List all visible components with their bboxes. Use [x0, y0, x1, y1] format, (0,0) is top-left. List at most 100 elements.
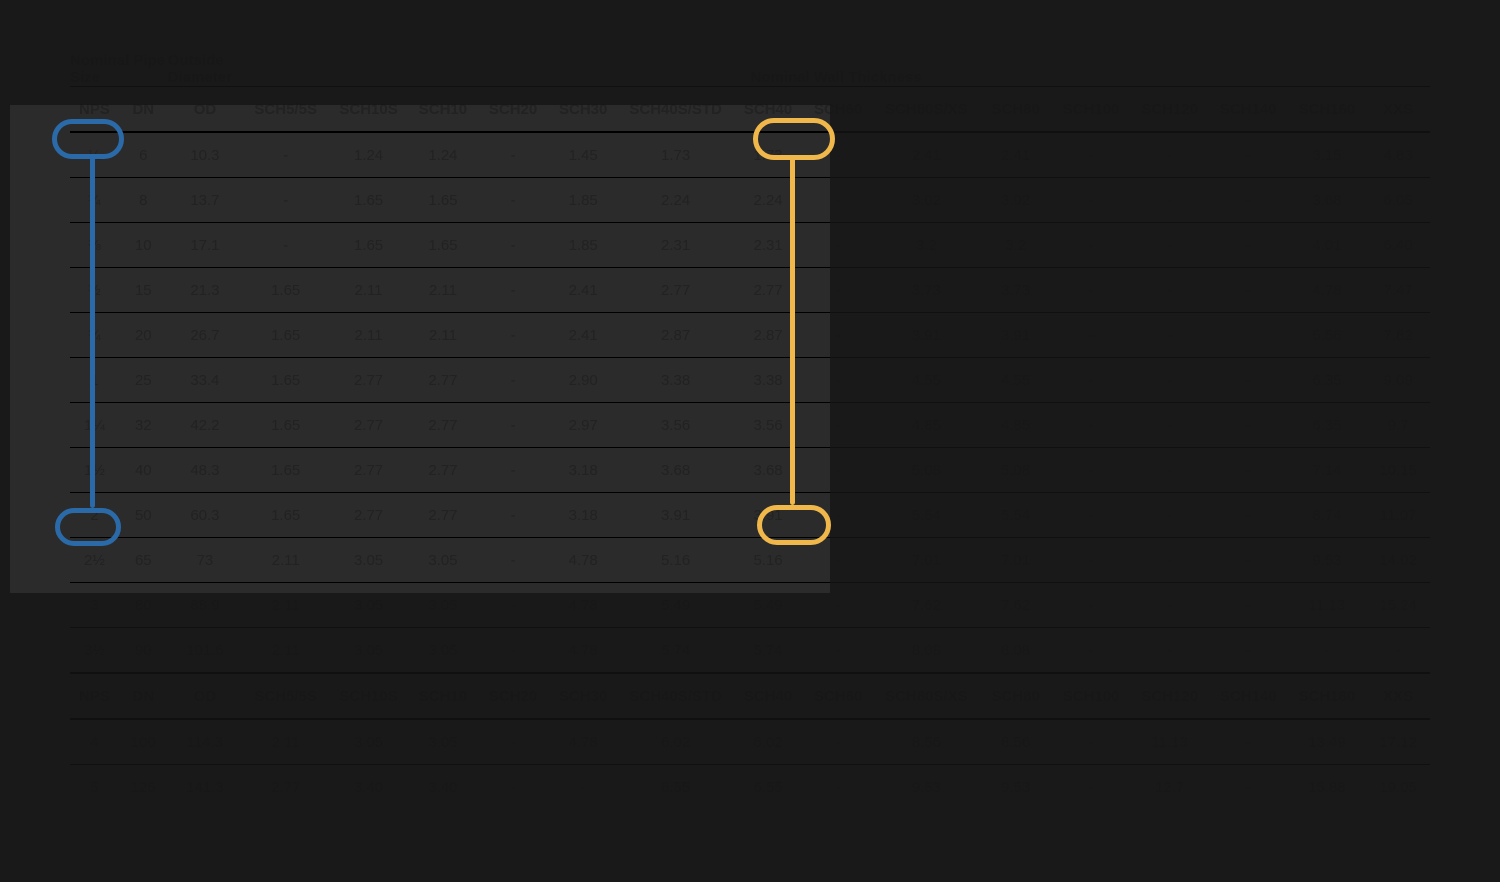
table-cell: 3.56 — [733, 403, 803, 448]
table-cell: 10.3 — [168, 132, 242, 178]
group-header-row: Nominal Pipe Size Outside Diameter Nomin… — [70, 40, 1430, 87]
table-cell: 9.09 — [1366, 358, 1430, 403]
table-cell: - — [1052, 403, 1131, 448]
table-cell: - — [803, 268, 873, 313]
table-cell: - — [1366, 628, 1430, 674]
table-cell: 6.40 — [1366, 223, 1430, 268]
table-cell: - — [242, 178, 329, 223]
table-cell: 3.91 — [618, 493, 733, 538]
table-cell: 2.11 — [242, 583, 329, 628]
table-cell: 7.62 — [873, 583, 979, 628]
table-cell: 8.08 — [980, 628, 1052, 674]
table-cell: 9.53 — [873, 765, 979, 810]
table-cell: 5 — [70, 765, 119, 810]
table-cell: 15 — [119, 268, 168, 313]
table-cell: - — [1130, 583, 1209, 628]
table-cell: - — [1209, 178, 1288, 223]
table-cell: 2.11 — [242, 628, 329, 674]
table-cell: 2.11 — [408, 313, 478, 358]
table-row: 1¼3242.21.652.772.77-2.973.563.56-4.854.… — [70, 403, 1430, 448]
table-cell: 7.14 — [1288, 448, 1367, 493]
table-cell: - — [242, 132, 329, 178]
table-cell: 4.85 — [980, 403, 1052, 448]
table-cell: 5.74 — [618, 628, 733, 674]
table-cell: 2.87 — [618, 313, 733, 358]
col-header-xxs: XXS — [1366, 87, 1430, 133]
table-cell: 3.18 — [548, 448, 618, 493]
table-cell: 4.55 — [980, 358, 1052, 403]
table-cell: 1.65 — [408, 178, 478, 223]
table-cell: - — [1052, 493, 1131, 538]
col-header-sch40s-std: SCH40S/STD — [618, 673, 733, 719]
table-cell: - — [1209, 313, 1288, 358]
col-header-sch80: SCH80 — [980, 673, 1052, 719]
table-cell: 13.49 — [1288, 719, 1367, 765]
table-cell: 3.40 — [329, 765, 408, 810]
table-cell: 11.07 — [1366, 493, 1430, 538]
table-cell: 10.15 — [1366, 448, 1430, 493]
col-header-sch10: SCH10 — [408, 87, 478, 133]
table-cell: 3.91 — [733, 493, 803, 538]
table-cell: 3.02 — [980, 178, 1052, 223]
col-header-sch30: SCH30 — [548, 87, 618, 133]
table-cell: 42.2 — [168, 403, 242, 448]
table-cell: - — [1209, 358, 1288, 403]
table-cell: 2.77 — [733, 268, 803, 313]
table-cell: 1 — [70, 358, 119, 403]
col-header-dn: DN — [119, 673, 168, 719]
col-header-sch20: SCH20 — [478, 87, 548, 133]
col-header-sch80s-xs: SCH80S/XS — [873, 87, 979, 133]
table-cell: 7.47 — [1366, 268, 1430, 313]
table-cell: 1.65 — [329, 178, 408, 223]
table-cell: 141.3 — [168, 765, 242, 810]
table-cell: ¾ — [70, 313, 119, 358]
table-cell: 90 — [119, 628, 168, 674]
table-cell: 3.68 — [733, 448, 803, 493]
table-cell: 1.24 — [329, 132, 408, 178]
dim-left — [0, 105, 10, 593]
table-cell: 5.74 — [733, 628, 803, 674]
table-row: 25060.31.652.772.77-3.183.913.91-5.545.5… — [70, 493, 1430, 538]
col-header-sch30: SCH30 — [548, 673, 618, 719]
table-row: ⅛610.3-1.241.24-1.451.731.73-2.412.41---… — [70, 132, 1430, 178]
table-cell: 11.13 — [1130, 719, 1209, 765]
table-cell: 73 — [168, 538, 242, 583]
table-cell: ⅜ — [70, 223, 119, 268]
table-cell: 3½ — [70, 628, 119, 674]
table-cell: 4.78 — [548, 538, 618, 583]
col-header-sch40: SCH40 — [733, 87, 803, 133]
table-cell: - — [1130, 132, 1209, 178]
table-cell: 25 — [119, 358, 168, 403]
table-cell: 1.24 — [408, 132, 478, 178]
col-header-nps: NPS — [70, 87, 119, 133]
table-cell: - — [1130, 358, 1209, 403]
table-cell: 3.05 — [329, 538, 408, 583]
table-cell: - — [478, 493, 548, 538]
table-cell: 14.02 — [1366, 538, 1430, 583]
table-cell: 3.73 — [980, 268, 1052, 313]
table-cell: 3.91 — [980, 313, 1052, 358]
table-cell: 3.15 — [1288, 132, 1367, 178]
table-cell: 3.73 — [873, 268, 979, 313]
table-cell: 2.41 — [548, 313, 618, 358]
table-cell: 3.18 — [548, 493, 618, 538]
table-cell: 1.65 — [242, 493, 329, 538]
table-cell: - — [1130, 628, 1209, 674]
table-cell: 2.97 — [548, 403, 618, 448]
table-cell: 4.78 — [548, 628, 618, 674]
table-cell: 114.3 — [168, 719, 242, 765]
table-cell: 8.08 — [873, 628, 979, 674]
table-cell: - — [1130, 313, 1209, 358]
col-header-sch160: SCH160 — [1288, 673, 1367, 719]
col-header-dn: DN — [119, 87, 168, 133]
table-cell: - — [242, 223, 329, 268]
table-cell: - — [1052, 628, 1131, 674]
table-cell: - — [1130, 403, 1209, 448]
table-cell: - — [1130, 178, 1209, 223]
table-cell: - — [478, 538, 548, 583]
table-cell: 8 — [119, 178, 168, 223]
table-cell: 3.05 — [329, 719, 408, 765]
table-cell: - — [478, 628, 548, 674]
table-cell: 6.55 — [733, 765, 803, 810]
table-cell: 1.65 — [329, 223, 408, 268]
